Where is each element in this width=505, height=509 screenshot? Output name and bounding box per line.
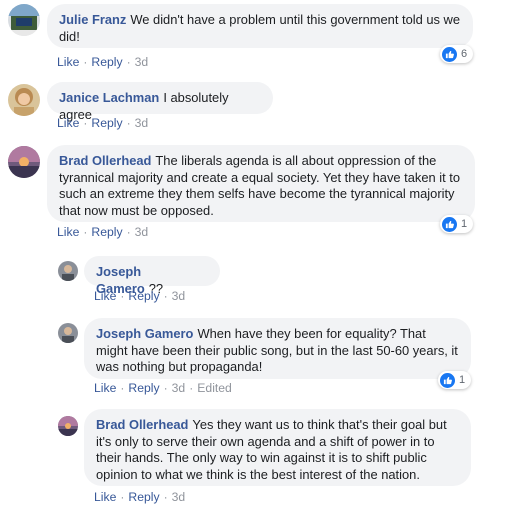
- reply-link[interactable]: Reply: [91, 225, 122, 239]
- comment-actions: Like · Reply · 3d: [57, 116, 149, 130]
- comment-author[interactable]: Janice Lachman: [59, 90, 159, 105]
- reaction-count[interactable]: 6: [440, 45, 474, 63]
- like-link[interactable]: Like: [94, 289, 116, 303]
- comment-bubble: Brad Ollerhead The liberals agenda is all…: [47, 145, 475, 222]
- avatar[interactable]: [58, 323, 78, 343]
- reply-link[interactable]: Reply: [91, 55, 122, 69]
- reply-link[interactable]: Reply: [128, 490, 159, 504]
- avatar[interactable]: [8, 84, 40, 116]
- like-reaction-icon: [440, 372, 455, 388]
- comment-bubble: Janice Lachman I absolutely agree: [47, 82, 273, 122]
- comment-author[interactable]: Julie Franz: [59, 12, 126, 27]
- reply-timestamp[interactable]: 3d: [172, 289, 186, 303]
- reaction-count-value: 1: [459, 374, 466, 386]
- like-reaction-icon: [442, 46, 457, 62]
- like-link[interactable]: Like: [57, 225, 79, 239]
- reply-link[interactable]: Reply: [91, 116, 122, 130]
- edited-label[interactable]: Edited: [197, 381, 232, 395]
- like-link[interactable]: Like: [57, 55, 79, 69]
- reply-actions: Like · Reply · 3d · Edited: [94, 381, 232, 395]
- reply-bubble: Joseph Gamero When have they been for equ…: [84, 318, 471, 379]
- reply-actions: Like · Reply · 3d: [94, 289, 186, 303]
- avatar[interactable]: [58, 416, 78, 436]
- like-link[interactable]: Like: [94, 490, 116, 504]
- comment-author[interactable]: Brad Ollerhead: [59, 153, 151, 168]
- comment-timestamp[interactable]: 3d: [135, 116, 149, 130]
- reply-link[interactable]: Reply: [128, 381, 159, 395]
- reply-timestamp[interactable]: 3d: [172, 381, 186, 395]
- comment-actions: Like · Reply · 3d: [57, 225, 149, 239]
- reply-author[interactable]: Joseph Gamero: [96, 326, 193, 341]
- reaction-count-value: 6: [461, 48, 468, 60]
- reaction-count-value: 1: [461, 218, 468, 230]
- comment-timestamp[interactable]: 3d: [135, 55, 149, 69]
- reply-link[interactable]: Reply: [128, 289, 159, 303]
- reply-author[interactable]: Brad Ollerhead: [96, 417, 188, 432]
- like-link[interactable]: Like: [94, 381, 116, 395]
- reply-bubble: Joseph Gamero??: [84, 256, 220, 296]
- like-link[interactable]: Like: [57, 116, 79, 130]
- comment-timestamp[interactable]: 3d: [135, 225, 149, 239]
- avatar[interactable]: [58, 261, 78, 281]
- avatar[interactable]: [8, 4, 40, 36]
- reaction-count[interactable]: 1: [438, 371, 472, 389]
- reply-bubble: Brad Ollerhead Yes they want us to think …: [84, 409, 471, 486]
- reaction-count[interactable]: 1: [440, 215, 474, 233]
- comment-bubble: Julie Franz We didn't have a problem unti…: [47, 4, 473, 48]
- comment-actions: Like · Reply · 3d: [57, 55, 149, 69]
- reply-actions: Like · Reply · 3d: [94, 490, 186, 504]
- reply-timestamp[interactable]: 3d: [172, 490, 186, 504]
- like-reaction-icon: [442, 216, 457, 232]
- avatar[interactable]: [8, 146, 40, 178]
